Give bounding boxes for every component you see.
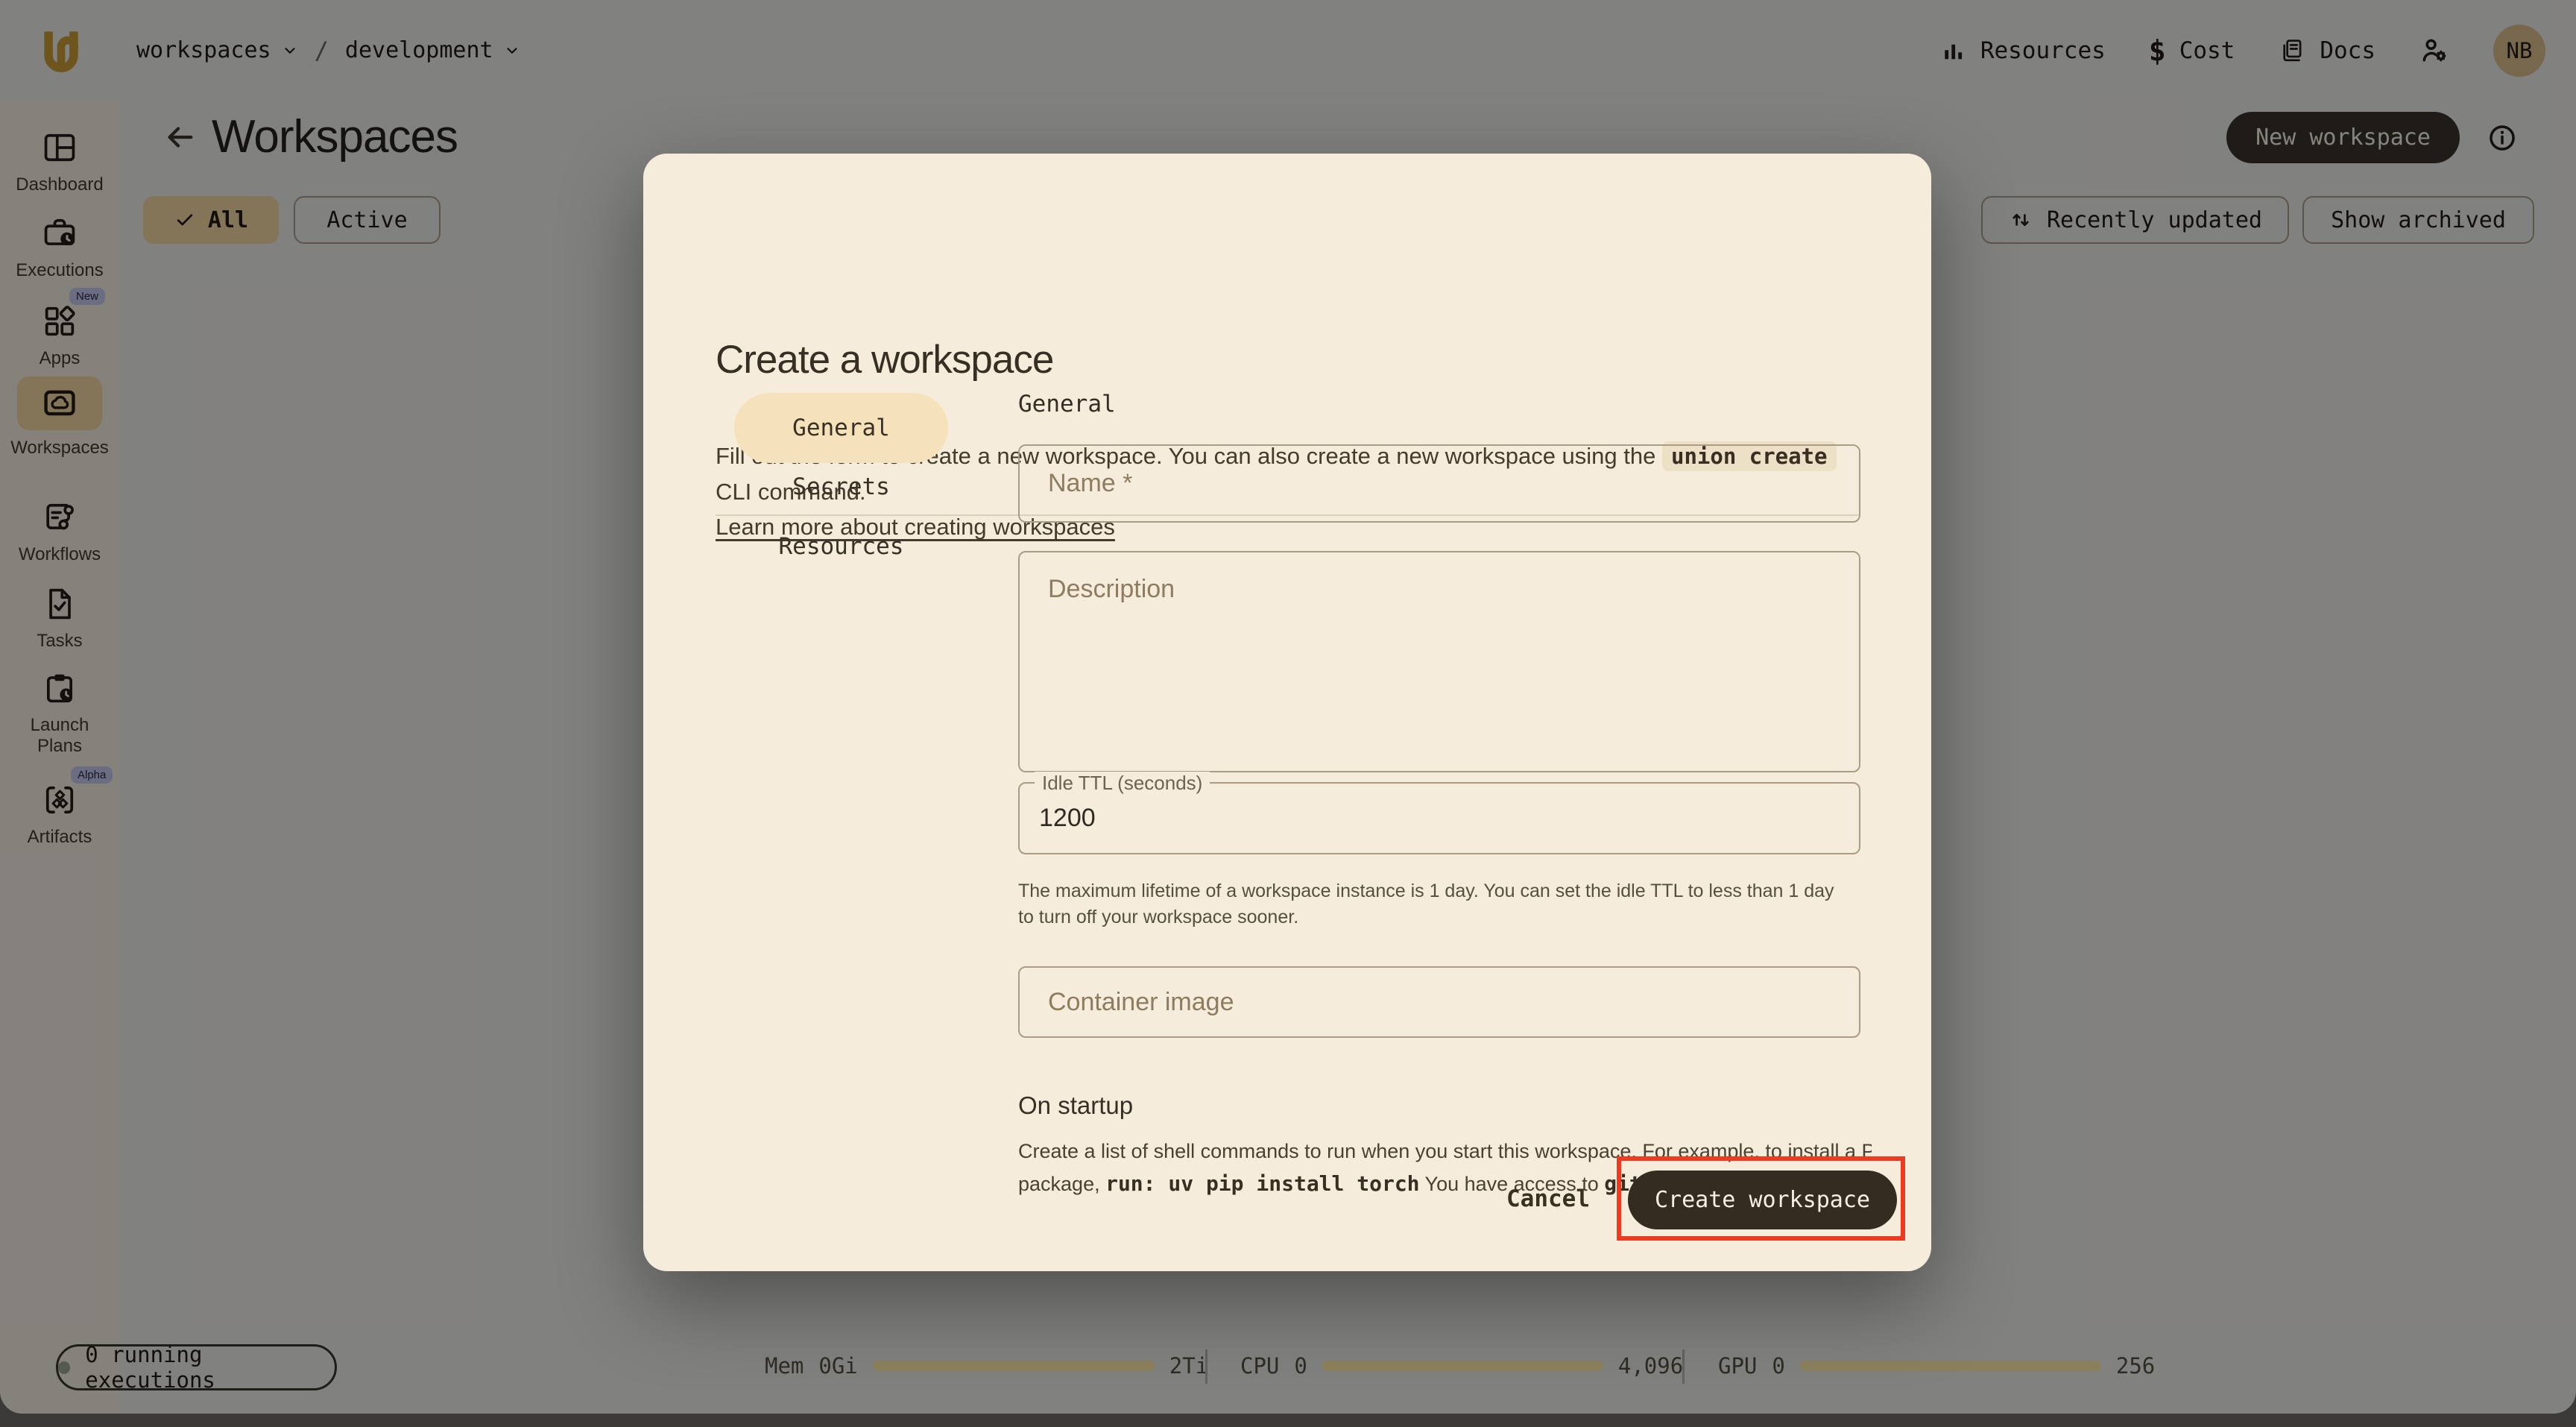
startup-text-line1: Create a list of shell commands to run w… [1018, 1135, 1872, 1168]
create-workspace-button[interactable]: Create workspace [1628, 1171, 1897, 1229]
container-image-input[interactable] [1018, 966, 1860, 1038]
idle-ttl-field: Idle TTL (seconds) [1018, 782, 1860, 854]
form-section-heading: General [1018, 391, 1116, 418]
screen: workspaces / development Resources $ [0, 0, 2576, 1427]
modal-title: Create a workspace [716, 337, 1053, 382]
shell-command-code: run: uv pip install torch [1105, 1171, 1419, 1196]
create-workspace-modal: Create a workspace Fill out the form to … [643, 154, 1931, 1271]
on-startup-heading: On startup [1018, 1091, 1133, 1120]
description-textarea[interactable] [1018, 551, 1860, 772]
cancel-button[interactable]: Cancel [1506, 1185, 1590, 1212]
name-input[interactable] [1018, 444, 1860, 523]
idle-ttl-helper-text: The maximum lifetime of a workspace inst… [1018, 878, 1853, 930]
idle-ttl-label: Idle TTL (seconds) [1035, 772, 1210, 795]
tab-resources[interactable]: Resources [734, 511, 948, 582]
